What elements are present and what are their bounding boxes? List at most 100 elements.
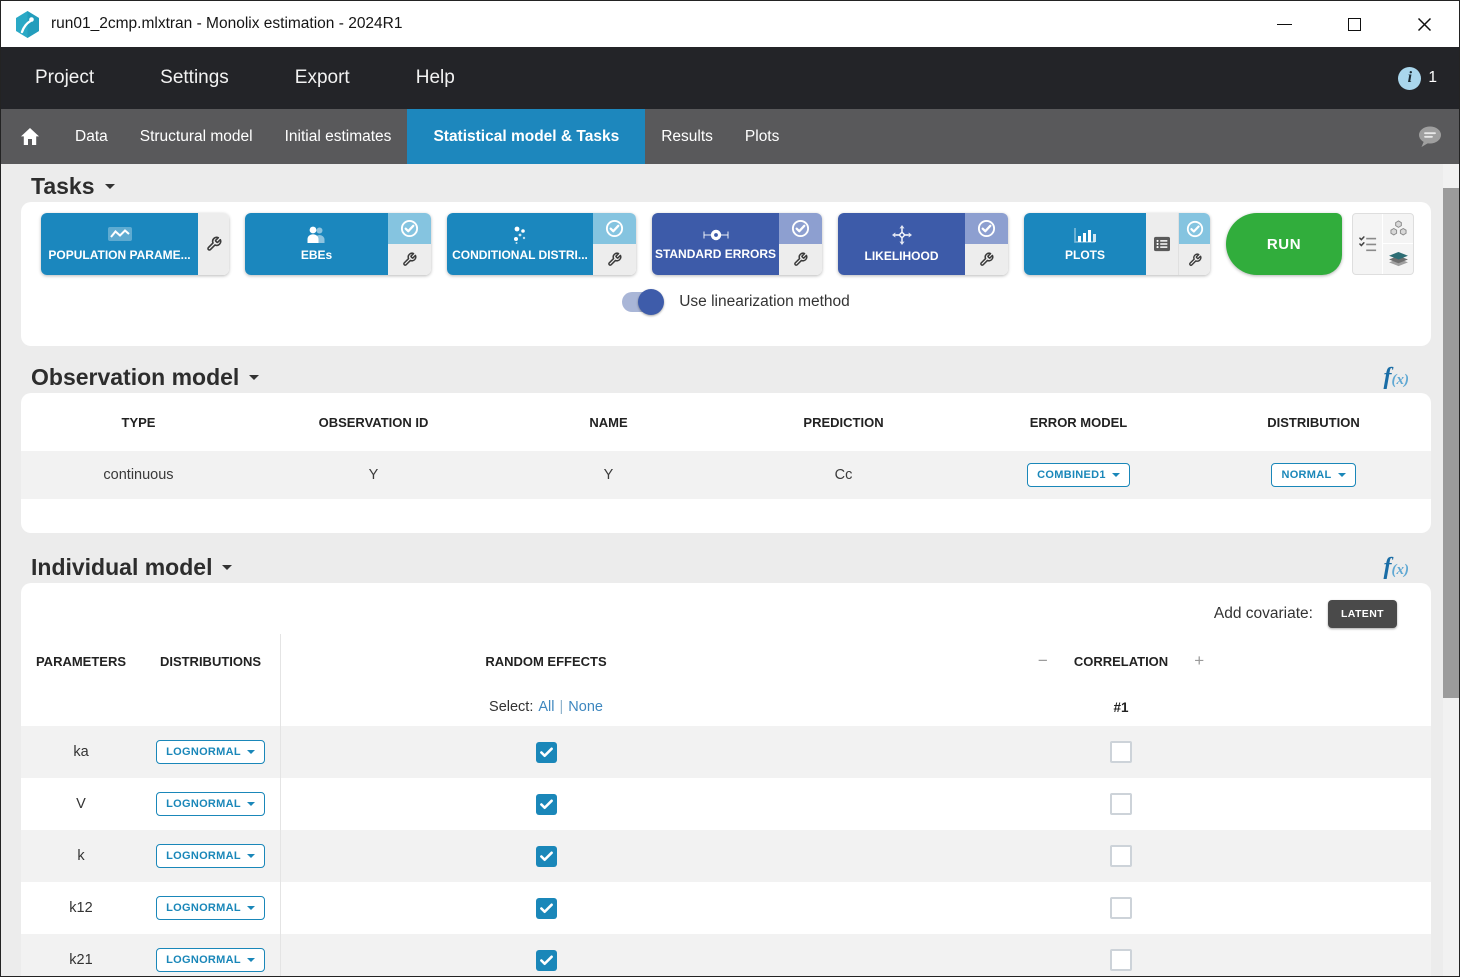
col-header-type: TYPE xyxy=(21,415,256,430)
table-row-k21: k21 LOGNORMAL xyxy=(21,934,1431,977)
linearization-toggle[interactable] xyxy=(622,292,662,312)
layers-icon xyxy=(1389,251,1408,268)
collapse-caret-icon xyxy=(249,375,259,385)
task-plots-settings-button[interactable] xyxy=(1179,244,1210,275)
observation-model-heading-group[interactable]: Observation model xyxy=(31,364,259,391)
observation-model-section-header: Observation model f(x) xyxy=(31,361,1431,393)
layers-button[interactable] xyxy=(1383,244,1413,274)
distribution-dropdown-k12[interactable]: LOGNORMAL xyxy=(156,896,265,920)
distribution-dropdown-k[interactable]: LOGNORMAL xyxy=(156,844,265,868)
task-standard-errors-settings-button[interactable] xyxy=(779,244,822,275)
task-conditional-distribution-settings-button[interactable] xyxy=(593,244,636,275)
chevron-down-icon xyxy=(247,802,255,810)
task-likelihood-button[interactable]: LIKELIHOOD xyxy=(838,213,965,275)
select-none-link[interactable]: None xyxy=(568,699,603,715)
col-header-name: NAME xyxy=(491,415,726,430)
tab-structural-model[interactable]: Structural model xyxy=(124,109,269,164)
col-header-error-model: ERROR MODEL xyxy=(961,415,1196,430)
obs-id: Y xyxy=(256,467,491,483)
collapse-caret-icon xyxy=(105,184,115,194)
task-plots-checked-badge[interactable] xyxy=(1179,213,1210,244)
menu-settings[interactable]: Settings xyxy=(160,67,229,89)
window-title: run01_2cmp.mlxtran - Monolix estimation … xyxy=(51,15,403,33)
monolix-window: run01_2cmp.mlxtran - Monolix estimation … xyxy=(0,0,1460,977)
task-plots-button[interactable]: PLOTS xyxy=(1024,213,1146,275)
tab-results[interactable]: Results xyxy=(645,109,729,164)
error-model-dropdown[interactable]: COMBINED1 xyxy=(1027,463,1130,487)
close-button[interactable] xyxy=(1389,1,1459,47)
random-effect-checkbox-V[interactable] xyxy=(536,794,557,815)
task-population-parameters-button[interactable]: POPULATION PARAME... xyxy=(41,213,198,275)
menu-export[interactable]: Export xyxy=(295,67,350,89)
correlation-checkbox-k[interactable] xyxy=(1110,845,1132,867)
formula-fx-button[interactable]: f(x) xyxy=(1384,365,1410,389)
toggle-knob xyxy=(638,289,664,315)
task-ebes-checked-badge[interactable] xyxy=(388,213,431,244)
correlation-checkbox-V[interactable] xyxy=(1110,793,1132,815)
tab-plots[interactable]: Plots xyxy=(729,109,795,164)
task-conditional-distribution-checked-badge[interactable] xyxy=(593,213,636,244)
run-button[interactable]: RUN xyxy=(1226,213,1342,275)
add-latent-covariate-button[interactable]: LATENT xyxy=(1328,600,1397,628)
individual-model-heading-group[interactable]: Individual model xyxy=(31,554,232,581)
task-standard-errors-checked-badge[interactable] xyxy=(779,213,822,244)
distribution-dropdown-k21[interactable]: LOGNORMAL xyxy=(156,948,265,972)
parameter-name: ka xyxy=(21,726,141,778)
tab-data[interactable]: Data xyxy=(59,109,124,164)
home-button[interactable] xyxy=(1,109,59,164)
task-likelihood: LIKELIHOOD xyxy=(838,213,1008,275)
correlation-checkbox-ka[interactable] xyxy=(1110,741,1132,763)
tab-statistical-model-tasks[interactable]: Statistical model & Tasks xyxy=(407,109,645,164)
task-standard-errors-button[interactable]: STANDARD ERRORS xyxy=(652,213,779,275)
info-icon[interactable]: i xyxy=(1398,67,1421,90)
col-header-prediction: PREDICTION xyxy=(726,415,961,430)
task-population-parameters: POPULATION PARAME... xyxy=(41,213,229,275)
task-plots-list-button[interactable] xyxy=(1146,213,1179,275)
tasks-section-header[interactable]: Tasks xyxy=(31,170,1431,202)
distribution-dropdown[interactable]: NORMAL xyxy=(1271,463,1355,487)
add-correlation-button[interactable]: + xyxy=(1194,651,1204,671)
select-all-link[interactable]: All xyxy=(538,699,554,715)
checklist-icon xyxy=(1358,235,1378,253)
feedback-chat-icon[interactable] xyxy=(1417,125,1445,149)
distribution-dropdown-ka[interactable]: LOGNORMAL xyxy=(156,740,265,764)
vertical-scrollbar[interactable] xyxy=(1443,164,1459,976)
remove-correlation-button[interactable]: − xyxy=(1038,651,1048,671)
random-effect-checkbox-k[interactable] xyxy=(536,846,557,867)
distribution-dropdown-V[interactable]: LOGNORMAL xyxy=(156,792,265,816)
col-header-distributions: DISTRIBUTIONS xyxy=(141,634,281,688)
task-ebes-settings-button[interactable] xyxy=(388,244,431,275)
task-ebes-button[interactable]: EBEs xyxy=(245,213,388,275)
check-icon xyxy=(540,851,553,862)
random-effect-checkbox-k12[interactable] xyxy=(536,898,557,919)
check-icon xyxy=(540,747,553,758)
tab-initial-estimates[interactable]: Initial estimates xyxy=(269,109,408,164)
parameter-name: k xyxy=(21,830,141,882)
task-likelihood-settings-button[interactable] xyxy=(965,244,1008,275)
menu-project[interactable]: Project xyxy=(35,67,94,89)
col-header-correlation: CORRELATION xyxy=(1074,654,1168,669)
correlation-checkbox-k21[interactable] xyxy=(1110,949,1132,971)
task-likelihood-checked-badge[interactable] xyxy=(965,213,1008,244)
check-circle-icon xyxy=(791,219,810,238)
chevron-down-icon xyxy=(1112,473,1120,481)
menu-help[interactable]: Help xyxy=(416,67,455,89)
random-effect-checkbox-k21[interactable] xyxy=(536,950,557,971)
maximize-button[interactable] xyxy=(1319,1,1389,47)
random-effect-checkbox-ka[interactable] xyxy=(536,742,557,763)
add-covariate-label: Add covariate: xyxy=(1214,605,1313,623)
scrollbar-thumb[interactable] xyxy=(1443,188,1459,698)
task-conditional-distribution: CONDITIONAL DISTRI... xyxy=(447,213,636,275)
minimize-button[interactable] xyxy=(1249,1,1319,47)
parameter-name: k21 xyxy=(21,934,141,977)
check-circle-icon xyxy=(400,219,419,238)
table-row-V: V LOGNORMAL xyxy=(21,778,1431,830)
model-blocks-button[interactable] xyxy=(1383,214,1413,244)
formula-fx-button[interactable]: f(x) xyxy=(1384,555,1410,579)
correlation-group-label: #1 xyxy=(1113,700,1128,715)
task-population-parameters-settings-button[interactable] xyxy=(198,213,229,275)
wrench-icon xyxy=(793,252,808,267)
correlation-checkbox-k12[interactable] xyxy=(1110,897,1132,919)
task-conditional-distribution-button[interactable]: CONDITIONAL DISTRI... xyxy=(447,213,593,275)
task-checklist-button[interactable] xyxy=(1353,214,1383,274)
